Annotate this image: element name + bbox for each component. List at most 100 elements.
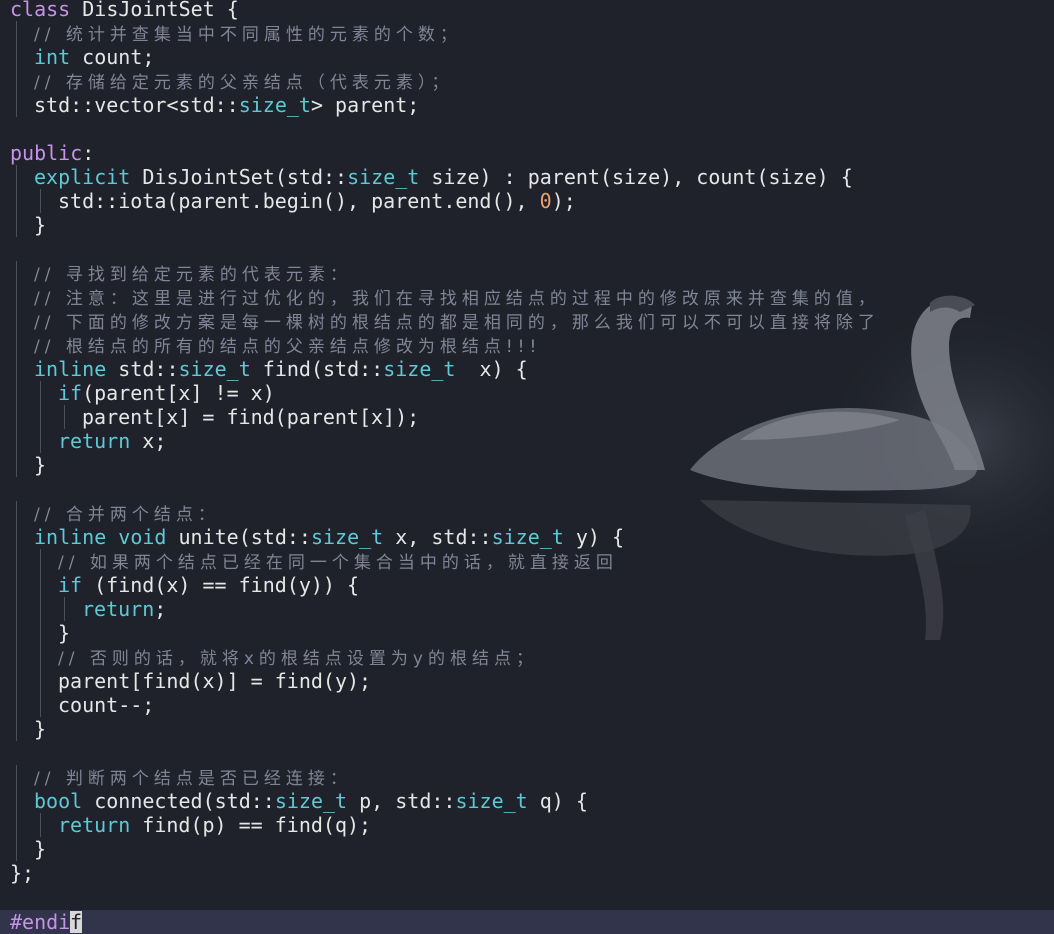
code-token: size_t: [383, 357, 456, 381]
code-line[interactable]: // 统计并查集当中不同属性的元素的个数；: [34, 21, 462, 45]
code-token: explicit: [34, 165, 131, 189]
code-token: }: [34, 837, 47, 861]
code-token: x, std::: [383, 525, 492, 549]
code-comment: // 统计并查集当中不同属性的元素的个数；: [34, 25, 462, 45]
code-comment: // 寻找到给定元素的代表元素：: [34, 265, 352, 285]
code-line[interactable]: inline void unite(std::size_t x, std::si…: [34, 525, 624, 549]
code-token: p, std::: [347, 789, 456, 813]
code-token: class: [10, 0, 71, 21]
code-token: DisJointSet {: [70, 0, 239, 21]
code-line[interactable]: return find(p) == find(q);: [58, 813, 371, 837]
indent-guide: [64, 597, 65, 621]
code-line[interactable]: // 否则的话，就将x的根结点设置为y的根结点；: [58, 645, 538, 669]
indent-guide: [16, 381, 17, 405]
command-line[interactable]: #endi f: [0, 910, 1054, 934]
code-line[interactable]: return x;: [58, 429, 166, 453]
code-line[interactable]: // 合并两个结点：: [34, 501, 220, 525]
indent-guide: [40, 645, 41, 669]
indent-guide: [16, 261, 17, 285]
code-token: bool: [34, 789, 83, 813]
indent-guide: [16, 837, 17, 861]
code-line[interactable]: std::iota(parent.begin(), parent.end(), …: [58, 189, 576, 213]
code-line[interactable]: };: [10, 861, 34, 885]
indent-guide: [40, 813, 41, 837]
code-line[interactable]: }: [34, 213, 46, 237]
indent-guide: [16, 717, 17, 741]
code-token: if: [58, 573, 83, 597]
code-token: };: [10, 861, 35, 885]
code-line[interactable]: std::vector<std::size_t> parent;: [34, 93, 419, 117]
code-editor[interactable]: class DisJointSet { // 统计并查集当中不同属性的元素的个数；…: [0, 0, 1054, 934]
code-line[interactable]: // 注意：这里是进行过优化的，我们在寻找相应结点的过程中的修改原来并查集的值，: [34, 285, 880, 309]
code-line[interactable]: bool connected(std::size_t p, std::size_…: [34, 789, 588, 813]
code-line[interactable]: // 如果两个结点已经在同一个集合当中的话，就直接返回: [58, 549, 618, 573]
code-token: DisJointSet(std::: [130, 165, 348, 189]
indent-guide: [40, 405, 41, 429]
indent-guide: [16, 813, 17, 837]
code-comment: // 如果两个结点已经在同一个集合当中的话，就直接返回: [58, 553, 618, 573]
code-area[interactable]: class DisJointSet { // 统计并查集当中不同属性的元素的个数；…: [0, 0, 1054, 910]
code-token: std::vector<std::: [34, 93, 239, 117]
code-line[interactable]: }: [34, 837, 46, 861]
indent-guide: [16, 213, 17, 237]
code-line[interactable]: return;: [82, 597, 166, 621]
indent-guide: [16, 549, 17, 573]
code-token: count;: [70, 45, 155, 69]
code-comment: // 判断两个结点是否已经连接：: [34, 769, 352, 789]
code-line[interactable]: // 根结点的所有的结点的父亲结点修改为根结点!!!: [34, 333, 541, 357]
indent-guide: [16, 621, 17, 645]
code-line[interactable]: inline std::size_t find(std::size_t x) {: [34, 357, 528, 381]
code-line[interactable]: // 下面的修改方案是每一棵树的根结点的都是相同的，那么我们可以不可以直接将除了: [34, 309, 880, 333]
code-token: }: [58, 621, 71, 645]
code-comment: // 存储给定元素的父亲结点（代表元素）；: [34, 73, 454, 93]
code-line[interactable]: }: [34, 453, 46, 477]
code-line[interactable]: // 判断两个结点是否已经连接：: [34, 765, 352, 789]
indent-guide: [16, 789, 17, 813]
code-token: find(std::: [250, 357, 384, 381]
indent-guide: [40, 381, 41, 405]
code-token: inline: [34, 357, 107, 381]
indent-guide: [64, 405, 65, 429]
indent-guide: [40, 573, 41, 597]
code-line[interactable]: if (find(x) == find(y)) {: [58, 573, 359, 597]
indent-guide: [16, 21, 17, 45]
code-token: void: [118, 525, 167, 549]
code-line[interactable]: // 存储给定元素的父亲结点（代表元素）；: [34, 69, 453, 93]
code-token: size_t: [178, 357, 251, 381]
code-token: public: [10, 141, 83, 165]
indent-guide: [40, 429, 41, 453]
indent-guide: [16, 429, 17, 453]
code-line[interactable]: parent[find(x)] = find(y);: [58, 669, 371, 693]
code-token: }: [34, 213, 47, 237]
code-line[interactable]: count--;: [58, 693, 154, 717]
indent-guide: [16, 69, 17, 93]
indent-guide: [16, 333, 17, 357]
indent-guide: [16, 573, 17, 597]
code-line[interactable]: // 寻找到给定元素的代表元素：: [34, 261, 352, 285]
code-token: > parent;: [310, 93, 420, 117]
code-token: }: [34, 717, 47, 741]
indent-guide: [16, 357, 17, 381]
code-line[interactable]: parent[x] = find(parent[x]);: [82, 405, 419, 429]
code-token: 0: [539, 189, 552, 213]
code-line[interactable]: }: [34, 717, 46, 741]
code-token: size_t: [310, 525, 384, 549]
indent-guide: [16, 45, 17, 69]
code-line[interactable]: public:: [10, 141, 94, 165]
indent-guide: [16, 765, 17, 789]
code-line[interactable]: if(parent[x] != x): [58, 381, 275, 405]
code-token: std::: [106, 357, 179, 381]
code-token: :: [82, 141, 95, 165]
code-line[interactable]: int count;: [34, 45, 154, 69]
code-token: count--;: [58, 693, 155, 717]
code-line[interactable]: explicit DisJointSet(std::size_t size) :…: [34, 165, 853, 189]
code-token: std::iota(parent.begin(), parent.end(),: [58, 189, 540, 213]
code-line[interactable]: class DisJointSet {: [10, 0, 239, 21]
code-token: size_t: [238, 93, 311, 117]
code-token: size_t: [347, 165, 420, 189]
code-token: x;: [130, 429, 167, 453]
indent-guide: [40, 549, 41, 573]
code-token: );: [551, 189, 576, 213]
code-line[interactable]: }: [58, 621, 70, 645]
